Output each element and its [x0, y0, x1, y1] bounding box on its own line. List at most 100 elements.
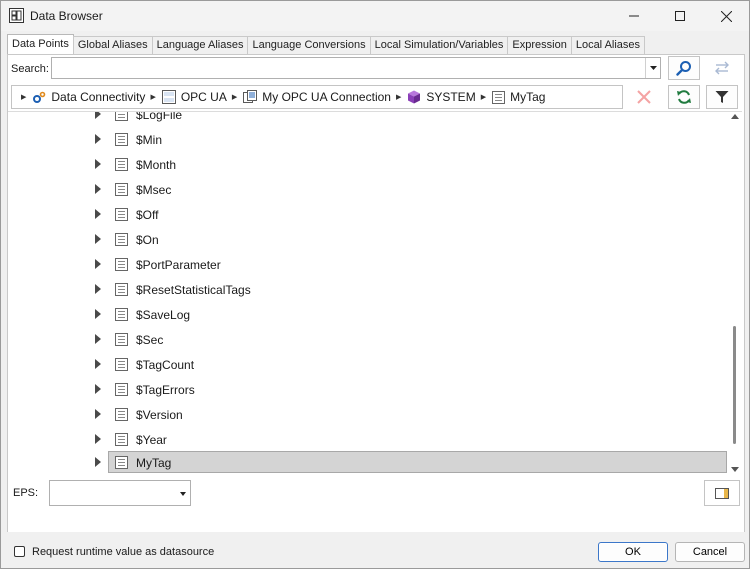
- expand-arrow-icon[interactable]: [95, 259, 101, 269]
- expand-arrow-icon[interactable]: [95, 434, 101, 444]
- search-icon: [676, 61, 691, 76]
- tab-data-points[interactable]: Data Points: [7, 34, 74, 54]
- search-dropdown-button[interactable]: [645, 58, 660, 78]
- expand-arrow-icon[interactable]: [95, 384, 101, 394]
- tree-item[interactable]: $Year: [8, 428, 732, 451]
- cancel-button[interactable]: Cancel: [675, 542, 745, 562]
- expand-arrow-icon[interactable]: [95, 209, 101, 219]
- tag-icon: [115, 133, 128, 146]
- tree-item[interactable]: $TagErrors: [8, 378, 732, 401]
- search-button[interactable]: [668, 56, 700, 80]
- search-combobox[interactable]: [51, 57, 661, 79]
- scrollbar-thumb[interactable]: [733, 326, 736, 444]
- tree-item-label: $Version: [136, 408, 183, 422]
- vertical-scrollbar[interactable]: [728, 111, 742, 475]
- expand-arrow-icon[interactable]: [95, 334, 101, 344]
- breadcrumb-item-mytag[interactable]: ▶ MyTag: [476, 90, 546, 104]
- tab-local-simulation-variables[interactable]: Local Simulation/Variables: [369, 36, 509, 54]
- breadcrumb-item-opc-ua[interactable]: ▶ OPC UA: [145, 90, 227, 104]
- data-browser-window: Data Browser Data Points Global Aliases …: [0, 0, 750, 569]
- tree-item[interactable]: $Sec: [8, 328, 732, 351]
- tree-item[interactable]: $LogFile: [8, 111, 732, 126]
- search-input[interactable]: [54, 60, 644, 76]
- tree-item[interactable]: $Msec: [8, 178, 732, 201]
- tree-item-label: $Month: [136, 158, 177, 172]
- expand-arrow-icon[interactable]: [95, 184, 101, 194]
- tag-icon: [115, 383, 128, 396]
- tree-item-label: $ResetStatisticalTags: [136, 283, 251, 297]
- tag-icon: [115, 208, 128, 221]
- filter-button[interactable]: [706, 85, 738, 109]
- tag-icon: [115, 233, 128, 246]
- close-button[interactable]: [703, 1, 749, 31]
- clear-button[interactable]: [628, 85, 660, 109]
- expand-arrow-icon[interactable]: [95, 309, 101, 319]
- expand-arrow-icon[interactable]: [95, 234, 101, 244]
- tab-local-aliases[interactable]: Local Aliases: [570, 36, 646, 54]
- swap-arrows-icon: [715, 61, 729, 75]
- tag-icon: [115, 183, 128, 196]
- ok-button[interactable]: OK: [598, 542, 668, 562]
- tree-item-label: $TagCount: [136, 358, 195, 372]
- tree-item[interactable]: $TagCount: [8, 353, 732, 376]
- tab-language-conversions[interactable]: Language Conversions: [247, 36, 371, 54]
- expand-arrow-icon[interactable]: [95, 409, 101, 419]
- tree-item-selected[interactable]: MyTag: [8, 451, 732, 474]
- tree-item[interactable]: $Off: [8, 203, 732, 226]
- expand-arrow-icon[interactable]: [95, 112, 101, 119]
- tag-icon: [115, 308, 128, 321]
- swap-button[interactable]: [706, 56, 738, 80]
- tree-item[interactable]: $ResetStatisticalTags: [8, 278, 732, 301]
- filter-icon: [715, 91, 729, 103]
- minimize-button[interactable]: [611, 1, 657, 31]
- breadcrumb-separator-icon: ▶: [480, 94, 487, 101]
- request-runtime-label[interactable]: Request runtime value as datasource: [32, 546, 214, 558]
- tag-icon: [115, 158, 128, 171]
- expand-arrow-icon[interactable]: [95, 457, 101, 467]
- close-icon: [720, 10, 732, 22]
- tab-expression[interactable]: Expression: [507, 36, 572, 54]
- breadcrumb-item-data-connectivity[interactable]: ▶ Data Connectivity: [16, 90, 145, 104]
- scroll-down-icon[interactable]: [731, 467, 739, 472]
- maximize-icon: [675, 11, 685, 21]
- maximize-button[interactable]: [657, 1, 703, 31]
- scroll-up-icon[interactable]: [731, 114, 739, 119]
- request-runtime-checkbox[interactable]: [14, 546, 25, 557]
- breadcrumb-separator-icon: ▶: [395, 94, 402, 101]
- window-title: Data Browser: [30, 9, 103, 23]
- tree-item[interactable]: $On: [8, 228, 732, 251]
- tree-item-label: $Off: [136, 208, 159, 222]
- cube-icon: [408, 90, 421, 104]
- tag-icon: [115, 408, 128, 421]
- breadcrumb-item-my-opc-ua-connection[interactable]: ▶ My OPC UA Connection: [227, 90, 391, 104]
- tree-item-label: $TagErrors: [136, 383, 195, 397]
- tree-item-label: $Sec: [136, 333, 164, 347]
- refresh-button[interactable]: [668, 85, 700, 109]
- eps-dropdown[interactable]: [49, 480, 191, 506]
- title-bar: Data Browser: [1, 1, 749, 31]
- minimize-icon: [629, 15, 639, 17]
- expand-arrow-icon[interactable]: [95, 134, 101, 144]
- chevron-down-icon: [180, 492, 186, 496]
- expand-arrow-icon[interactable]: [95, 359, 101, 369]
- tree-item[interactable]: $PortParameter: [8, 253, 732, 276]
- expand-arrow-icon[interactable]: [95, 284, 101, 294]
- tab-global-aliases[interactable]: Global Aliases: [72, 36, 153, 54]
- tag-icon: [115, 456, 128, 469]
- tree-item[interactable]: $Version: [8, 403, 732, 426]
- tab-strip: Data Points Global Aliases Language Alia…: [7, 34, 646, 54]
- tree-item-label: $On: [136, 233, 159, 247]
- tree-item-label: $SaveLog: [136, 308, 191, 322]
- tree-item-label: $LogFile: [136, 111, 183, 122]
- tree-item[interactable]: $Min: [8, 128, 732, 151]
- eps-label: EPS:: [13, 487, 39, 499]
- expand-arrow-icon[interactable]: [95, 159, 101, 169]
- data-points-tree[interactable]: $LogFile $Min $Month $Msec $Off $On $Por…: [8, 111, 742, 476]
- tree-item-label: MyTag: [136, 456, 172, 470]
- tree-item[interactable]: $Month: [8, 153, 732, 176]
- tab-language-aliases[interactable]: Language Aliases: [151, 36, 249, 54]
- breadcrumb-item-system[interactable]: ▶ SYSTEM: [391, 90, 476, 104]
- tree-item[interactable]: $SaveLog: [8, 303, 732, 326]
- toggle-panel-button[interactable]: [704, 480, 740, 506]
- breadcrumb-separator-icon: ▶: [231, 94, 238, 101]
